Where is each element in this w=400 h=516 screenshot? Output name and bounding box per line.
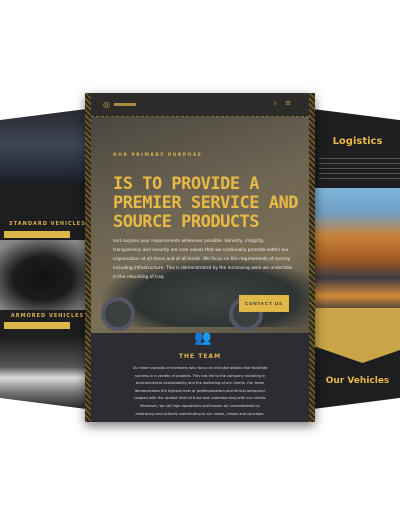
our-vehicles-title: Our Vehicles bbox=[325, 376, 390, 386]
left-page-mockup: STANDARD VEHICLES ARMORED VEHICLES bbox=[0, 108, 95, 410]
kicker-text: OUR PRIMARY PURPOSE bbox=[113, 153, 203, 158]
search-icon[interactable]: ⌕ bbox=[274, 100, 277, 108]
logo-icon[interactable]: ◎ bbox=[103, 100, 110, 109]
armored-details-button[interactable] bbox=[4, 322, 70, 329]
contact-us-button[interactable]: CONTACT US bbox=[239, 295, 289, 312]
armored-vehicles-label: ARMORED VEHICLES bbox=[10, 313, 85, 319]
logistics-title: Logistics bbox=[332, 136, 383, 147]
logo-wordmark bbox=[114, 103, 136, 106]
car-image bbox=[0, 108, 95, 183]
port-image bbox=[315, 188, 400, 308]
hero-headline: IS TO PROVIDE A PREMIER SERVICE AND SOUR… bbox=[113, 174, 298, 232]
standard-details-button[interactable] bbox=[4, 231, 70, 238]
truck-image bbox=[0, 338, 95, 410]
site-header: ◎ ⌕ ≡ bbox=[91, 93, 309, 117]
gold-section bbox=[315, 308, 400, 363]
car-wheel bbox=[101, 297, 135, 331]
menu-icon[interactable]: ≡ bbox=[285, 99, 291, 107]
armored-vehicle-image bbox=[0, 240, 95, 310]
hero-intro: and surpass your requirements whenever p… bbox=[113, 239, 293, 280]
users-icon: 👥 bbox=[194, 330, 212, 346]
standard-vehicles-label: STANDARD VEHICLES bbox=[9, 221, 86, 227]
team-text: Our team consists of members who focus o… bbox=[132, 366, 268, 416]
logistics-text bbox=[319, 158, 400, 182]
team-title: THE TEAM bbox=[178, 353, 222, 360]
team-section: 👥 THE TEAM Our team consists of members … bbox=[91, 330, 309, 422]
right-page-mockup: Logistics Our Vehicles bbox=[305, 108, 400, 410]
center-page-mockup: ◎ ⌕ ≡ OUR PRIMARY PURPOSE IS TO PROVIDE … bbox=[85, 93, 315, 422]
hero-section: OUR PRIMARY PURPOSE IS TO PROVIDE A PREM… bbox=[91, 117, 309, 333]
pattern-border-right bbox=[309, 93, 315, 422]
